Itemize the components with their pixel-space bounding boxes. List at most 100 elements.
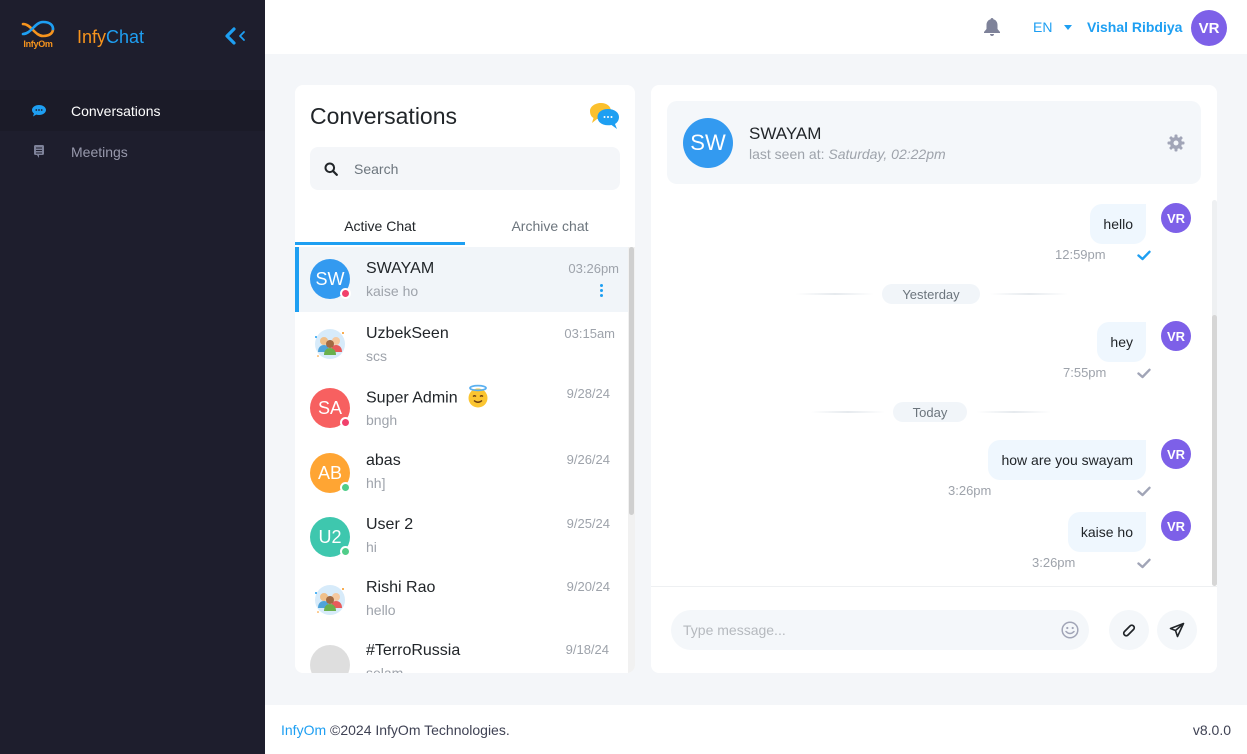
notifications-button[interactable] — [983, 17, 1001, 37]
divider-line — [977, 411, 1051, 413]
conversation-item[interactable]: AB abas hh] 9/26/24 — [295, 441, 630, 505]
message-bubble: kaise ho — [1067, 512, 1146, 552]
message-time: 7:55pm — [1063, 365, 1107, 380]
language-label: EN — [1033, 19, 1053, 35]
double-chevron-left-icon — [225, 27, 245, 45]
sent-check-icon — [1137, 486, 1151, 497]
halo-emoji-icon — [466, 384, 490, 413]
conversation-last-message: hi — [366, 539, 377, 555]
status-online-dot — [340, 546, 351, 557]
more-options-icon[interactable] — [599, 284, 603, 297]
chat-bubbles-logo-icon — [589, 102, 621, 130]
conversation-name: #TerroRussia — [366, 642, 461, 659]
conversation-time: 03:26pm — [568, 261, 619, 276]
sent-check-icon — [1137, 368, 1151, 379]
sidebar-collapse-button[interactable] — [224, 27, 248, 45]
message-bubble: hello — [1090, 204, 1146, 244]
last-seen-value: Saturday, 02:22pm — [828, 146, 946, 162]
sidebar-item-meetings[interactable]: Meetings — [0, 131, 265, 172]
gear-icon — [1167, 134, 1185, 152]
user-avatar[interactable]: VR — [1191, 10, 1227, 46]
divider-line — [811, 411, 885, 413]
sidebar-item-conversations[interactable]: Conversations — [0, 90, 265, 131]
message-text: hey — [1110, 334, 1133, 350]
divider-line — [990, 293, 1068, 295]
conversation-name: Rishi Rao — [366, 579, 436, 596]
avatar-initials: SA — [317, 397, 342, 418]
conversation-last-message: kaise ho — [366, 283, 419, 299]
scrollbar-thumb[interactable] — [1212, 315, 1217, 586]
user-name-link[interactable]: Vishal Ribdiya — [1087, 19, 1182, 35]
message-list: hello VR 12:59pm Yesterday hey VR 7:55pm… — [651, 200, 1211, 586]
conversation-item[interactable]: UzbekSeen scs 03:15am — [295, 312, 630, 375]
bell-icon — [984, 18, 1000, 36]
brand-name-part2: Chat — [106, 26, 145, 47]
logo-text: InfyOm — [23, 39, 53, 49]
meeting-icon — [32, 145, 46, 159]
tab-archive-chat[interactable]: Archive chat — [465, 209, 635, 245]
date-divider-label: Yesterday — [882, 284, 980, 304]
chat-panel: SW SWAYAM last seen at: Saturday, 02:22p… — [651, 85, 1217, 673]
infyom-logo[interactable]: InfyOm — [20, 20, 56, 54]
footer-copyright-text: ©2024 InfyOm Technologies. — [326, 722, 510, 738]
language-dropdown[interactable]: EN — [1033, 19, 1073, 35]
chat-settings-button[interactable] — [1167, 134, 1185, 152]
smiley-icon[interactable] — [1061, 621, 1079, 639]
footer-version: v8.0.0 — [1192, 722, 1231, 738]
conversation-item[interactable]: Rishi Rao hello 9/20/24 — [295, 568, 630, 632]
avatar: U2 — [310, 517, 351, 557]
avatar-initials: SW — [315, 268, 345, 289]
conversation-item[interactable]: #TerroRussia selam 9/18/24 — [295, 632, 630, 673]
conversation-last-message: scs — [366, 348, 387, 364]
sender-avatar: VR — [1161, 203, 1191, 233]
sidebar-menu: Conversations Meetings — [0, 90, 265, 172]
divider — [651, 586, 1217, 587]
conversation-name: abas — [366, 452, 401, 469]
avatar-initials: AB — [317, 462, 342, 483]
conversation-name: UzbekSeen — [366, 325, 449, 342]
contact-name: SWAYAM — [749, 124, 822, 143]
conversation-item[interactable]: U2 User 2 hi 9/25/24 — [295, 505, 630, 568]
sender-avatar: VR — [1161, 321, 1191, 351]
sent-check-icon — [1137, 558, 1151, 569]
sidebar-item-label: Meetings — [71, 143, 128, 160]
scrollbar-thumb[interactable] — [629, 247, 634, 515]
tab-active-chat[interactable]: Active Chat — [295, 209, 465, 245]
conversation-last-message: bngh — [366, 412, 398, 428]
conversation-name: SWAYAM — [366, 260, 435, 277]
chat-header: SW SWAYAM last seen at: Saturday, 02:22p… — [667, 101, 1201, 184]
divider-line — [796, 293, 874, 295]
message-input-box — [671, 610, 1089, 650]
message-list-scrollbar[interactable] — [1212, 200, 1217, 586]
conversation-item[interactable]: SA Super Admin bngh 9/28/24 — [295, 375, 630, 441]
contact-avatar[interactable]: SW — [683, 118, 733, 168]
conversation-time: 9/18/24 — [565, 642, 609, 657]
conversation-name: User 2 — [366, 516, 414, 533]
sender-avatar: VR — [1161, 511, 1191, 541]
search-box — [310, 147, 620, 190]
footer-brand-link[interactable]: InfyOm — [281, 722, 326, 738]
conversation-name: Super Admin — [366, 384, 490, 413]
conversations-title: Conversations — [310, 103, 458, 129]
infinity-logo-icon — [21, 20, 55, 38]
sidebar: InfyOm InfyChat Conversations Meetings — [0, 0, 265, 754]
conversation-item[interactable]: SW SWAYAM kaise ho 03:26pm — [295, 247, 630, 312]
message-time: 3:26pm — [948, 483, 992, 498]
read-check-icon — [1137, 250, 1151, 261]
brand-name: InfyChat — [77, 27, 144, 48]
conversation-list-scrollbar[interactable] — [628, 247, 635, 673]
attach-file-button[interactable] — [1109, 610, 1149, 650]
top-header: EN Vishal Ribdiya VR — [265, 0, 1247, 54]
send-button[interactable] — [1157, 610, 1197, 650]
message-input[interactable] — [683, 622, 1053, 638]
conversation-time: 9/25/24 — [566, 516, 610, 531]
search-input[interactable] — [354, 160, 594, 177]
avatar-initials: U2 — [318, 526, 342, 547]
avatar: AB — [310, 453, 351, 493]
avatar — [310, 645, 350, 673]
status-offline-dot — [340, 288, 351, 299]
message-text: hello — [1103, 216, 1133, 232]
conversation-time: 9/20/24 — [566, 579, 610, 594]
conversation-time: 9/28/24 — [566, 386, 610, 401]
date-divider: Today — [811, 402, 1051, 422]
